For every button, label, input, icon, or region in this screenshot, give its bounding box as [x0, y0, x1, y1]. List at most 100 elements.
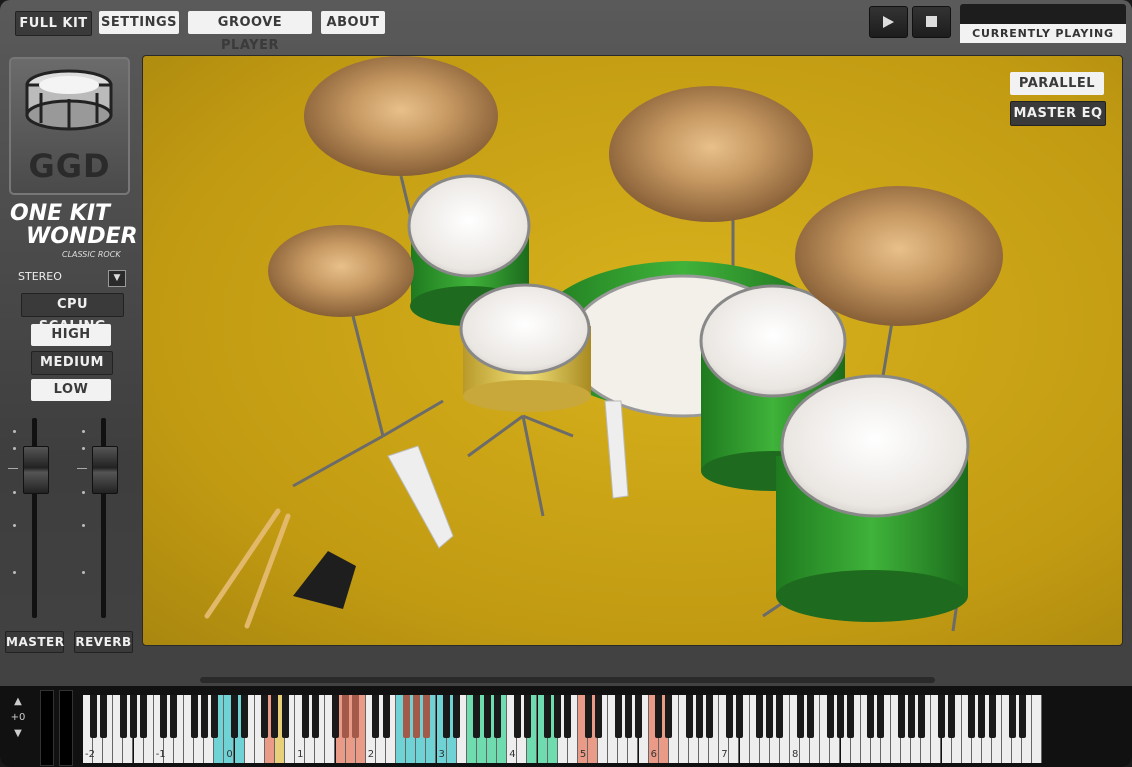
piano-black-key[interactable] — [624, 695, 632, 738]
piano-black-key[interactable] — [665, 695, 673, 738]
tab-groove-player[interactable]: GROOVE PLAYER — [188, 11, 312, 53]
piano-white-key[interactable] — [1032, 695, 1043, 763]
piano-black-key[interactable] — [907, 695, 915, 738]
piano-black-key[interactable] — [948, 695, 956, 738]
piano-black-key[interactable] — [776, 695, 784, 738]
octave-up-icon[interactable]: ▲ — [6, 696, 30, 707]
drum-kit-image — [204, 56, 1003, 632]
master-eq-button[interactable]: MASTER EQ — [1010, 101, 1106, 126]
piano-black-key[interactable] — [170, 695, 178, 738]
stop-button[interactable] — [912, 6, 951, 38]
parallel-button[interactable]: PARALLEL — [1010, 72, 1104, 95]
piano-black-key[interactable] — [1018, 695, 1026, 738]
fader-tick — [77, 468, 87, 469]
piano-black-key[interactable] — [311, 695, 319, 738]
cpu-low-button[interactable]: LOW — [31, 379, 111, 401]
piano-black-key[interactable] — [826, 695, 834, 738]
piano-black-key[interactable] — [725, 695, 733, 738]
piano-black-key[interactable] — [917, 695, 925, 738]
octave-label: 4 — [509, 749, 516, 760]
piano-black-key[interactable] — [412, 695, 420, 738]
piano-black-key[interactable] — [756, 695, 764, 738]
octave-down-icon[interactable]: ▼ — [6, 728, 30, 739]
piano-black-key[interactable] — [685, 695, 693, 738]
octave-label: 1 — [297, 749, 304, 760]
piano-black-key[interactable] — [867, 695, 875, 738]
piano-black-key[interactable] — [584, 695, 592, 738]
octave-label: 5 — [579, 749, 587, 760]
piano-black-key[interactable] — [332, 695, 339, 738]
piano-black-key[interactable] — [695, 695, 703, 738]
play-button[interactable] — [869, 6, 908, 38]
piano-black-key[interactable] — [443, 695, 451, 738]
level-meter-right — [59, 690, 73, 766]
piano-black-key[interactable] — [271, 695, 279, 738]
piano-black-key[interactable] — [837, 695, 844, 738]
fader-tick — [8, 468, 18, 469]
octave-shift-control[interactable]: ▲ +0 ▼ — [6, 696, 30, 756]
stage-scrollbar[interactable] — [200, 677, 935, 683]
piano-black-key[interactable] — [978, 695, 986, 738]
piano-black-key[interactable] — [231, 695, 238, 738]
piano-black-key[interactable] — [554, 695, 562, 738]
piano-black-key[interactable] — [493, 695, 501, 738]
piano-black-key[interactable] — [473, 695, 481, 738]
piano-black-key[interactable] — [301, 695, 309, 738]
piano-black-key[interactable] — [130, 695, 137, 738]
snare-drum-icon — [25, 69, 113, 131]
piano-black-key[interactable] — [402, 695, 410, 738]
piano-black-key[interactable] — [544, 695, 552, 738]
piano-black-key[interactable] — [938, 695, 945, 738]
piano-black-key[interactable] — [523, 695, 531, 738]
cpu-medium-button[interactable]: MEDIUM — [31, 351, 113, 375]
piano-black-key[interactable] — [705, 695, 713, 738]
piano-black-key[interactable] — [382, 695, 390, 738]
piano-black-key[interactable] — [513, 695, 521, 738]
piano-black-key[interactable] — [241, 695, 249, 738]
piano-black-key[interactable] — [140, 695, 148, 738]
piano-black-key[interactable] — [200, 695, 208, 738]
piano-black-key[interactable] — [796, 695, 804, 738]
tab-full-kit[interactable]: FULL KIT — [15, 11, 92, 36]
level-meter-left — [40, 690, 54, 766]
piano-black-key[interactable] — [806, 695, 814, 738]
piano-black-key[interactable] — [594, 695, 602, 738]
piano-black-key[interactable] — [483, 695, 491, 738]
piano-black-key[interactable] — [877, 695, 885, 738]
piano-black-key[interactable] — [655, 695, 663, 738]
piano-black-key[interactable] — [1008, 695, 1016, 738]
piano-black-key[interactable] — [453, 695, 461, 738]
piano-black-key[interactable] — [988, 695, 996, 738]
piano-black-key[interactable] — [160, 695, 168, 738]
piano-black-key[interactable] — [766, 695, 774, 738]
piano-black-key[interactable] — [261, 695, 269, 738]
cpu-high-button[interactable]: HIGH — [31, 324, 111, 346]
fader-dot — [82, 491, 85, 494]
piano-black-key[interactable] — [614, 695, 622, 738]
piano-black-key[interactable] — [190, 695, 198, 738]
tab-about[interactable]: ABOUT — [321, 11, 385, 34]
piano-black-key[interactable] — [897, 695, 905, 738]
piano-black-key[interactable] — [89, 695, 97, 738]
master-fader-handle[interactable] — [23, 446, 49, 494]
piano-black-key[interactable] — [119, 695, 127, 738]
output-mode-dropdown[interactable]: ▼ — [108, 270, 126, 287]
octave-label: 6 — [650, 749, 657, 760]
piano-black-key[interactable] — [281, 695, 289, 738]
stop-icon — [926, 16, 937, 27]
piano-black-key[interactable] — [968, 695, 976, 738]
tab-settings[interactable]: SETTINGS — [99, 11, 179, 34]
piano-black-key[interactable] — [736, 695, 743, 738]
reverb-fader-handle[interactable] — [92, 446, 118, 494]
piano-black-key[interactable] — [635, 695, 642, 738]
piano-black-key[interactable] — [342, 695, 350, 738]
piano-black-key[interactable] — [210, 695, 218, 738]
piano-black-key[interactable] — [352, 695, 360, 738]
piano-black-key[interactable] — [847, 695, 855, 738]
piano-black-key[interactable] — [422, 695, 430, 738]
piano-black-key[interactable] — [99, 695, 107, 738]
app-window: FULL KIT SETTINGS GROOVE PLAYER ABOUT CU… — [0, 0, 1132, 767]
piano-black-key[interactable] — [564, 695, 572, 738]
piano-black-key[interactable] — [372, 695, 380, 738]
octave-label: -2 — [85, 749, 95, 760]
